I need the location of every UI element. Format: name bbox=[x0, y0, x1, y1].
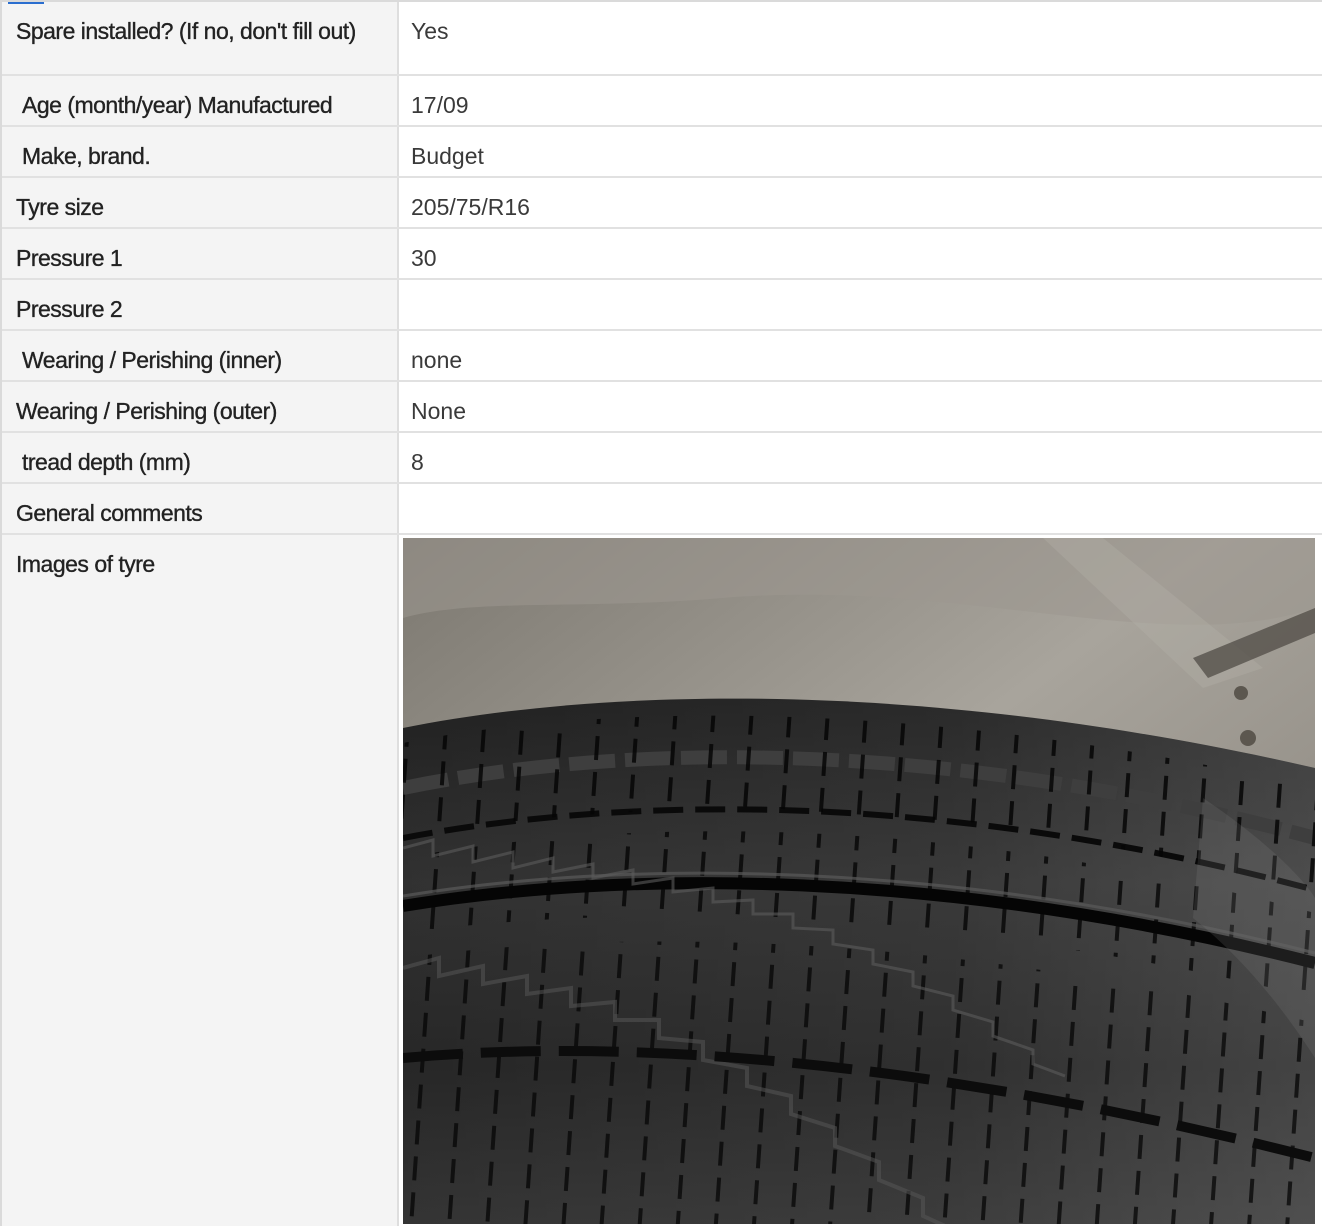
field-label-make-brand: Make, brand. bbox=[2, 126, 399, 178]
field-value-images-of-tyre bbox=[398, 534, 1322, 1226]
field-label-pressure-1: Pressure 1 bbox=[2, 228, 399, 280]
field-value-tread-depth: 8 bbox=[398, 432, 1322, 484]
table-row: General comments bbox=[2, 483, 1322, 535]
table-row: Tyre size 205/75/R16 bbox=[2, 177, 1322, 229]
tyre-inspection-table: Spare installed? (If no, don't fill out)… bbox=[2, 2, 1322, 1226]
field-label-age-manufactured: Age (month/year) Manufactured bbox=[2, 75, 399, 127]
field-label-spare-installed: Spare installed? (If no, don't fill out) bbox=[2, 2, 399, 76]
tyre-report-sheet: Spare installed? (If no, don't fill out)… bbox=[0, 0, 1322, 1226]
table-row: Pressure 1 30 bbox=[2, 228, 1322, 280]
field-label-general-comments: General comments bbox=[2, 483, 399, 535]
top-link-fragment[interactable] bbox=[8, 2, 44, 4]
field-label-images-of-tyre: Images of tyre bbox=[2, 534, 399, 1226]
field-value-age-manufactured: 17/09 bbox=[398, 75, 1322, 127]
field-value-tyre-size: 205/75/R16 bbox=[398, 177, 1322, 229]
table-row: Spare installed? (If no, don't fill out)… bbox=[2, 2, 1322, 76]
field-label-pressure-2: Pressure 2 bbox=[2, 279, 399, 331]
field-value-pressure-1: 30 bbox=[398, 228, 1322, 280]
field-value-make-brand: Budget bbox=[398, 126, 1322, 178]
field-label-tyre-size: Tyre size bbox=[2, 177, 399, 229]
field-value-pressure-2 bbox=[398, 279, 1322, 331]
table-row: Make, brand. Budget bbox=[2, 126, 1322, 178]
field-value-wearing-inner: none bbox=[398, 330, 1322, 382]
table-row: Wearing / Perishing (outer) None bbox=[2, 381, 1322, 433]
field-label-tread-depth: tread depth (mm) bbox=[2, 432, 399, 484]
table-row: Age (month/year) Manufactured 17/09 bbox=[2, 75, 1322, 127]
field-value-wearing-outer: None bbox=[398, 381, 1322, 433]
field-label-wearing-inner: Wearing / Perishing (inner) bbox=[2, 330, 399, 382]
field-value-spare-installed: Yes bbox=[398, 2, 1322, 76]
field-value-general-comments bbox=[398, 483, 1322, 535]
table-row: Pressure 2 bbox=[2, 279, 1322, 331]
table-row: Images of tyre bbox=[2, 534, 1322, 1226]
table-row: Wearing / Perishing (inner) none bbox=[2, 330, 1322, 382]
table-row: tread depth (mm) 8 bbox=[2, 432, 1322, 484]
field-label-wearing-outer: Wearing / Perishing (outer) bbox=[2, 381, 399, 433]
tyre-tread-photo[interactable] bbox=[403, 538, 1315, 1224]
